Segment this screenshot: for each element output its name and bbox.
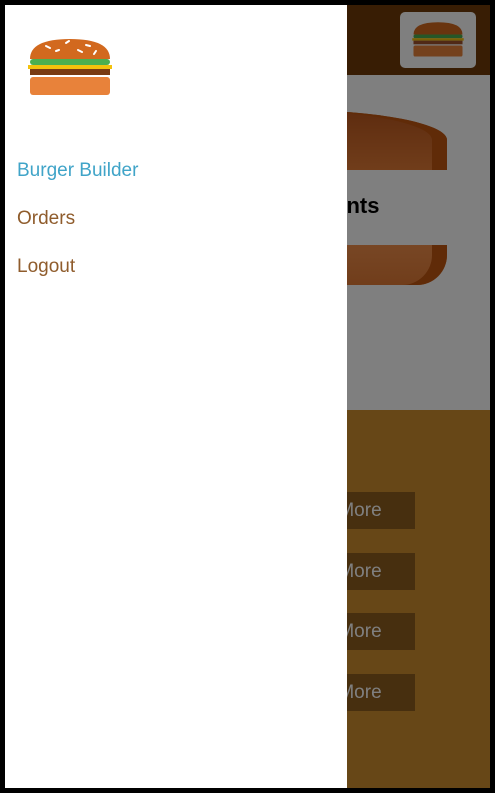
nav-item-burger-builder[interactable]: Burger Builder xyxy=(17,159,335,207)
nav-item-logout[interactable]: Logout xyxy=(17,255,335,303)
nav-item-orders[interactable]: Orders xyxy=(17,207,335,255)
drawer-nav: Burger Builder Orders Logout xyxy=(17,159,335,303)
app-frame: No ingredients More More More More Burge… xyxy=(0,0,495,793)
burger-logo-icon xyxy=(28,39,112,95)
drawer-logo xyxy=(25,37,125,117)
side-drawer: Burger Builder Orders Logout xyxy=(5,5,347,788)
